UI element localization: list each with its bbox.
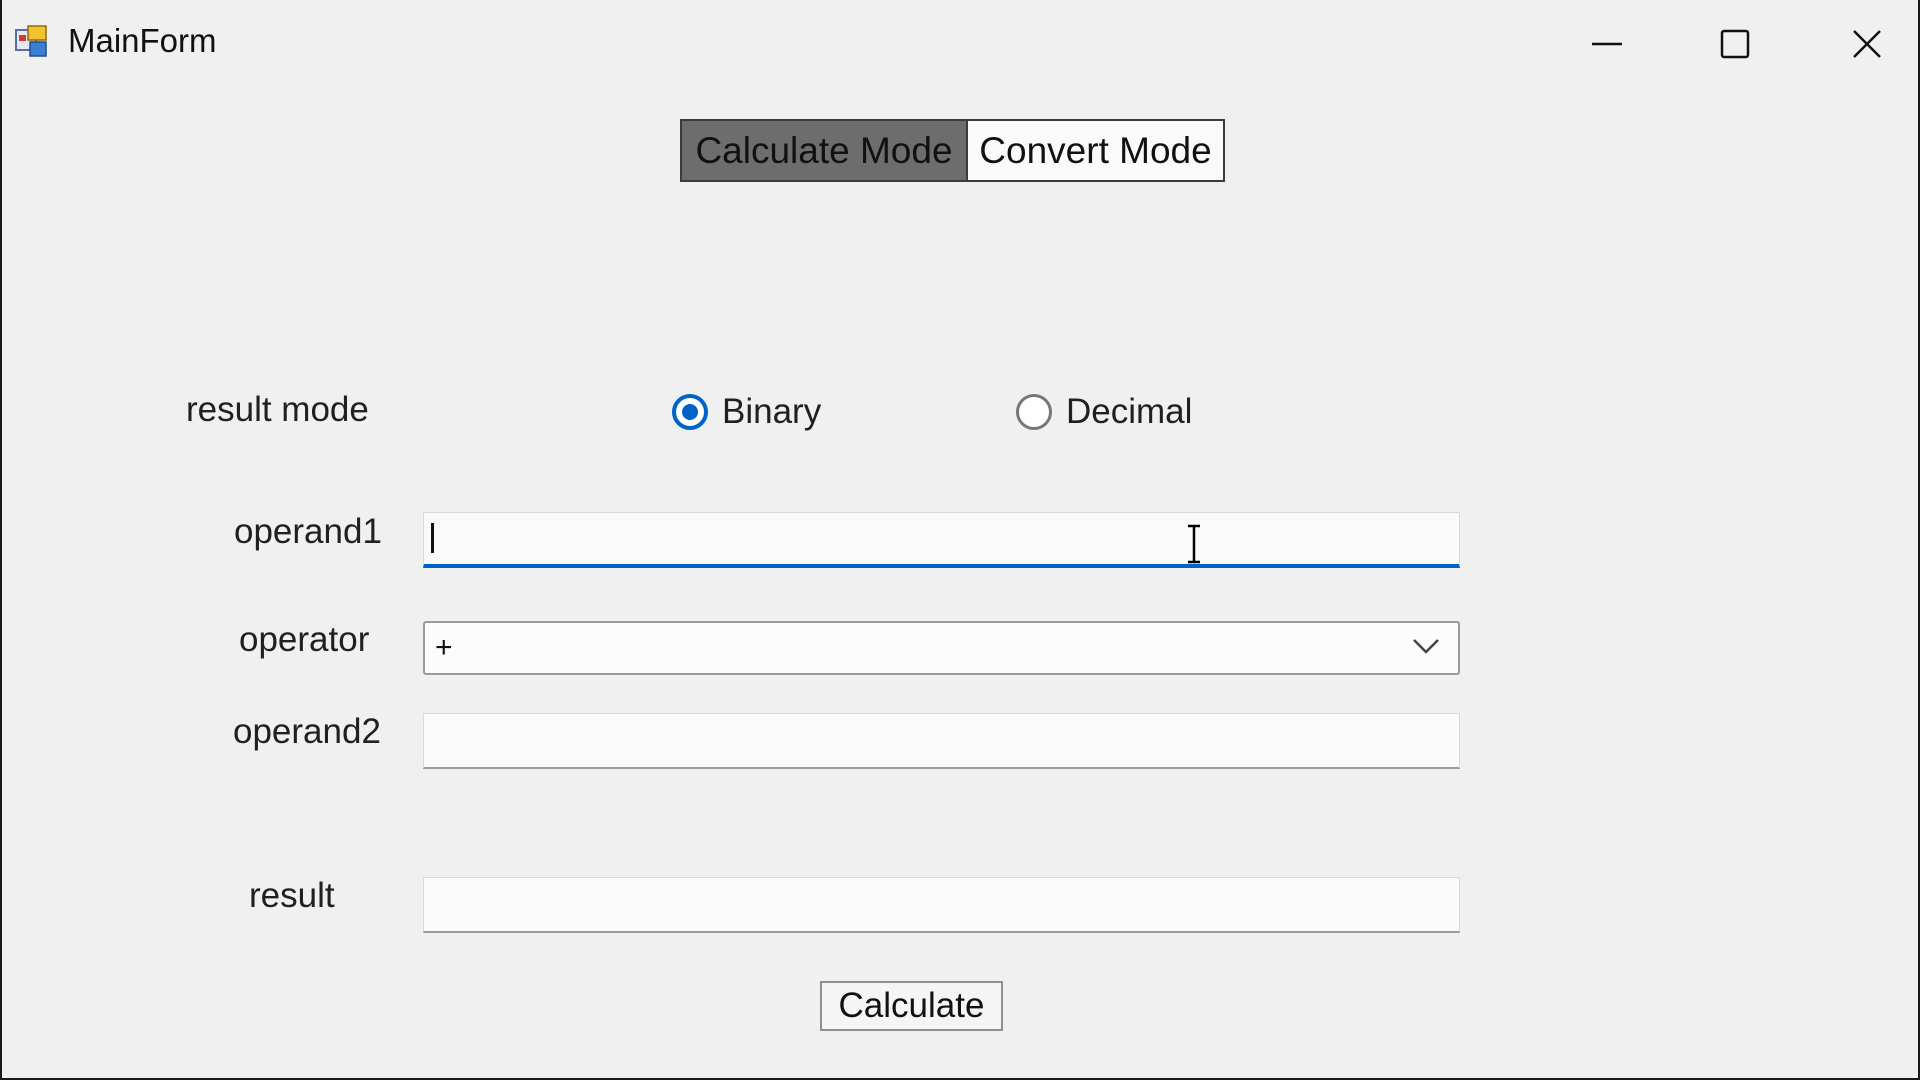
operator-dropdown[interactable]: +: [423, 621, 1460, 675]
radio-decimal-label: Decimal: [1066, 392, 1193, 431]
operand2-label: operand2: [233, 712, 381, 751]
operator-selected-value: +: [435, 631, 453, 664]
close-button[interactable]: [1802, 0, 1920, 88]
text-caret: [431, 523, 434, 553]
operand1-field[interactable]: [423, 512, 1460, 568]
calculate-mode-button[interactable]: Calculate Mode: [682, 121, 968, 180]
chevron-down-icon: [1412, 637, 1440, 660]
operand1-input[interactable]: [424, 513, 1459, 564]
radio-decimal[interactable]: Decimal: [1016, 392, 1192, 432]
operand2-input[interactable]: [424, 714, 1459, 767]
operand2-field[interactable]: [423, 713, 1460, 769]
result-input[interactable]: [424, 878, 1459, 931]
window-title: MainForm: [68, 22, 217, 59]
close-icon: [1852, 29, 1882, 59]
minimize-icon: [1592, 29, 1622, 59]
maximize-button[interactable]: [1670, 0, 1800, 88]
calculate-button[interactable]: Calculate: [820, 981, 1003, 1031]
radio-checked-icon: [672, 394, 708, 430]
result-field[interactable]: [423, 877, 1460, 933]
operand1-label: operand1: [234, 512, 382, 551]
result-mode-label: result mode: [186, 390, 369, 429]
main-window: MainForm Calculate Mode Convert Mode res…: [0, 0, 1920, 1080]
title-bar[interactable]: MainForm: [2, 0, 1918, 88]
ibeam-cursor-icon: [1185, 524, 1203, 569]
app-icon: [14, 24, 50, 60]
radio-binary-label: Binary: [722, 392, 822, 431]
result-label: result: [249, 876, 335, 915]
radio-binary[interactable]: Binary: [672, 392, 821, 432]
convert-mode-button[interactable]: Convert Mode: [968, 121, 1223, 180]
mode-toggle: Calculate Mode Convert Mode: [680, 119, 1225, 182]
radio-unchecked-icon: [1016, 394, 1052, 430]
maximize-icon: [1720, 29, 1750, 59]
minimize-button[interactable]: [1542, 0, 1672, 88]
operator-label: operator: [239, 620, 370, 659]
